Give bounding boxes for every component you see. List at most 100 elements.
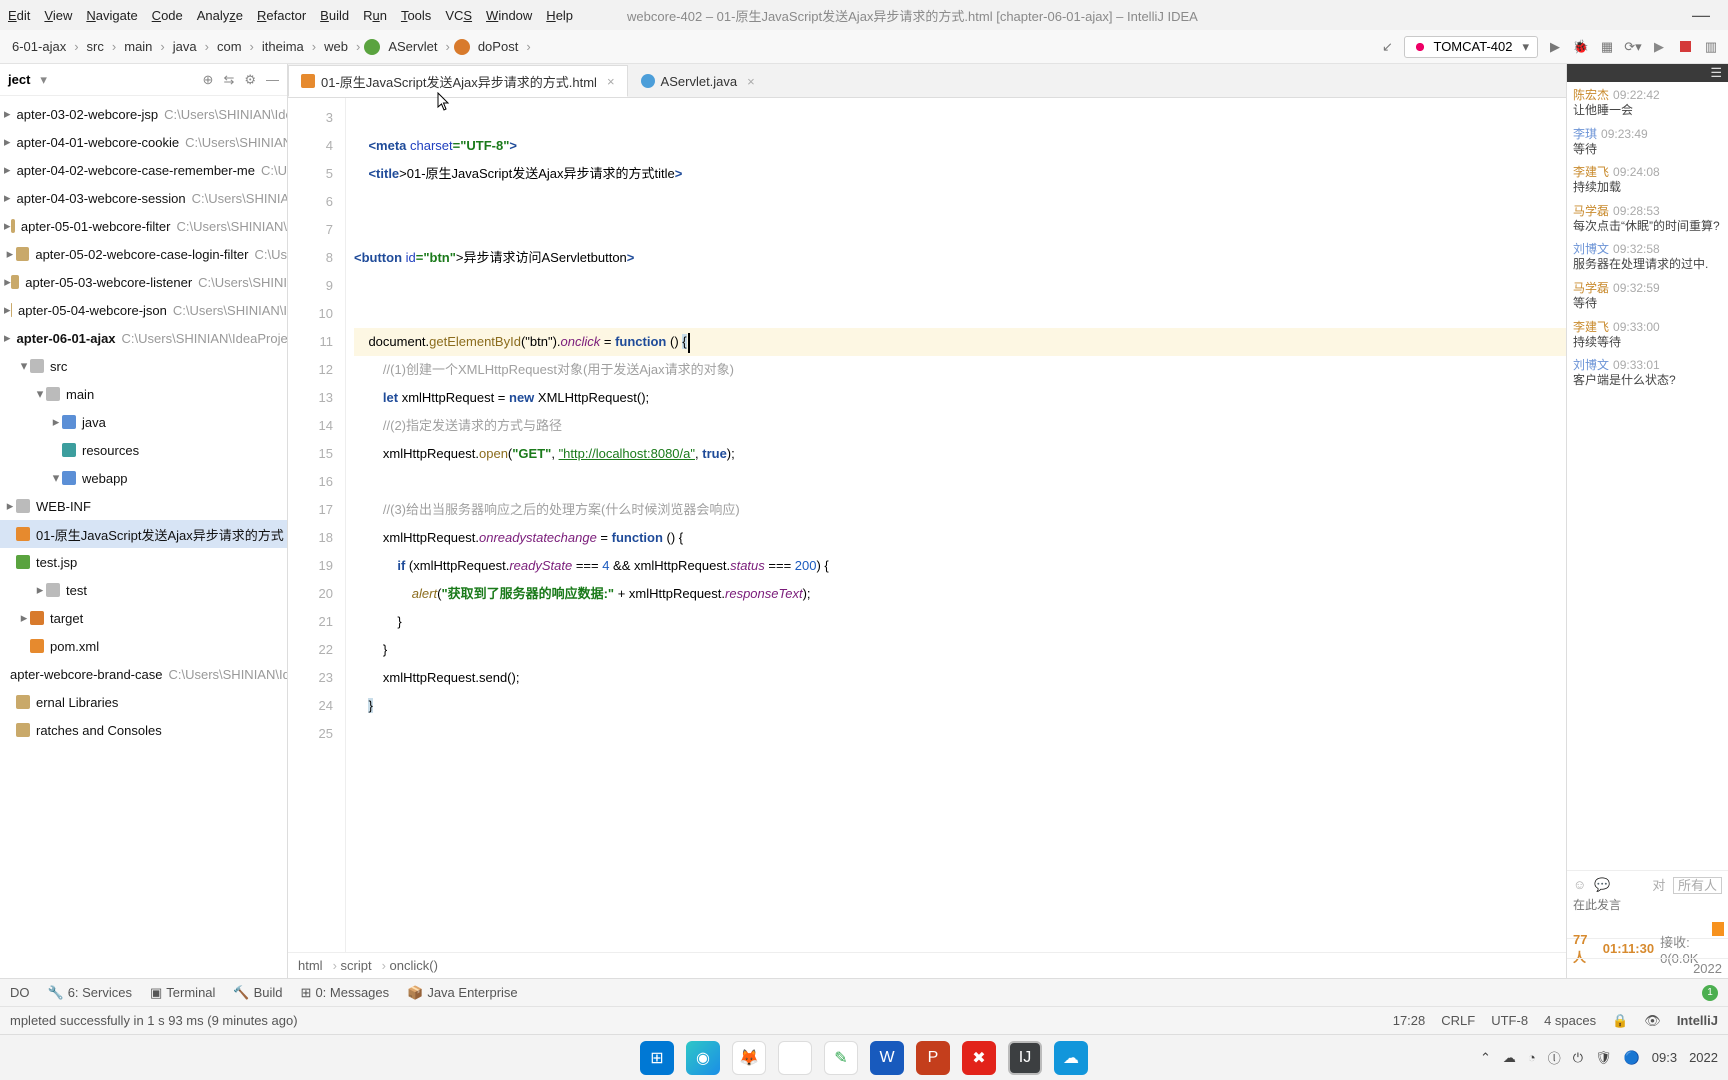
- hide-icon[interactable]: —: [266, 72, 279, 88]
- tree-item[interactable]: ▾webapp: [0, 464, 287, 492]
- ts-javaee[interactable]: 📦 Java Enterprise: [407, 985, 518, 1001]
- smile-icon[interactable]: ☺: [1573, 877, 1586, 892]
- menu-run[interactable]: Run: [363, 8, 387, 23]
- bc-0[interactable]: 6-01-ajax: [8, 39, 70, 54]
- bc-3[interactable]: java: [169, 39, 201, 54]
- bc-6[interactable]: web: [320, 39, 352, 54]
- menu-navigate[interactable]: Navigate: [86, 8, 137, 23]
- bc-7[interactable]: AServlet: [384, 39, 441, 54]
- profile-icon[interactable]: ⟳▾: [1624, 38, 1642, 56]
- tab-java[interactable]: AServlet.java ×: [628, 65, 768, 97]
- menu-code[interactable]: Code: [152, 8, 183, 23]
- app2-icon[interactable]: ✖: [962, 1041, 996, 1075]
- gear-icon[interactable]: ⚙: [244, 72, 256, 88]
- tree-module[interactable]: ▸apter-04-01-webcore-cookieC:\Users\SHIN…: [0, 128, 287, 156]
- encoding[interactable]: UTF-8: [1491, 1013, 1528, 1028]
- tree-module[interactable]: ▸apter-05-02-webcore-case-login-filterC:…: [0, 240, 287, 268]
- tray[interactable]: ⌃☁◔ⓛ⏻🛡🔵09:32022: [1480, 1048, 1718, 1067]
- ts-services[interactable]: 🔧 6: Services: [48, 985, 133, 1001]
- run-config-select[interactable]: TOMCAT-402: [1404, 36, 1538, 58]
- chat-input[interactable]: [1573, 894, 1722, 916]
- window-minimize-icon[interactable]: —: [1692, 5, 1710, 26]
- menu-window[interactable]: Window: [486, 8, 532, 23]
- event-badge[interactable]: 1: [1702, 985, 1718, 1001]
- ts-terminal[interactable]: ▣ Terminal: [150, 985, 215, 1001]
- edge-icon[interactable]: ◉: [686, 1041, 720, 1075]
- code-editor[interactable]: <meta charset="UTF-8"> <title>01-原生JavaS…: [346, 98, 1566, 952]
- tree-module[interactable]: ▸apter-05-03-webcore-listenerC:\Users\SH…: [0, 268, 287, 296]
- tree-module[interactable]: ▸apter-05-04-webcore-jsonC:\Users\SHINIA…: [0, 296, 287, 324]
- nav-breadcrumb: 6-01-ajax src main java com itheima web …: [0, 30, 1728, 64]
- project-sidebar: ject ▾ ⊕ ⇆ ⚙ — ▸apter-03-02-webcore-jspC…: [0, 64, 288, 978]
- start-icon[interactable]: ⊞: [640, 1041, 674, 1075]
- close-icon[interactable]: ×: [607, 74, 615, 89]
- bc-2[interactable]: main: [120, 39, 156, 54]
- coverage-icon[interactable]: ▦: [1598, 38, 1616, 56]
- tree-module[interactable]: ▸apter-05-01-webcore-filterC:\Users\SHIN…: [0, 212, 287, 240]
- line-gutter[interactable]: 345678910111213141516171819202122232425: [288, 98, 346, 952]
- cloud-icon[interactable]: ☁: [1054, 1041, 1088, 1075]
- lock-icon[interactable]: 🔒: [1612, 1013, 1628, 1029]
- bc-5[interactable]: itheima: [258, 39, 308, 54]
- layout-icon[interactable]: ▥: [1702, 38, 1720, 56]
- menu-analyze[interactable]: Analyze: [197, 8, 243, 23]
- menu-help[interactable]: Help: [546, 8, 573, 23]
- tree-item[interactable]: ▸WEB-INF: [0, 492, 287, 520]
- chrome-icon[interactable]: ◉: [778, 1041, 812, 1075]
- tree-item[interactable]: test.jsp: [0, 548, 287, 576]
- tab-html[interactable]: 01-原生JavaScript发送Ajax异步请求的方式.html ×: [288, 65, 628, 97]
- tree-item[interactable]: apter-webcore-brand-caseC:\Users\SHINIAN…: [0, 660, 287, 688]
- menu-build[interactable]: Build: [320, 8, 349, 23]
- tree-item[interactable]: ratches and Consoles: [0, 716, 287, 744]
- tree-item[interactable]: pom.xml: [0, 632, 287, 660]
- tree-module[interactable]: ▸apter-06-01-ajaxC:\Users\SHINIAN\IdeaPr…: [0, 324, 287, 352]
- caret-pos[interactable]: 17:28: [1393, 1013, 1426, 1028]
- stop-icon[interactable]: [1676, 38, 1694, 56]
- bc-4[interactable]: com: [213, 39, 246, 54]
- run-icon[interactable]: ▶: [1546, 38, 1564, 56]
- tree-module[interactable]: ▸apter-04-03-webcore-sessionC:\Users\SHI…: [0, 184, 287, 212]
- back-icon[interactable]: ↙: [1378, 38, 1396, 56]
- crumb-onclick[interactable]: onclick(): [382, 958, 438, 973]
- crumb-html[interactable]: html: [298, 958, 323, 973]
- firefox-icon[interactable]: 🦊: [732, 1041, 766, 1075]
- project-tree[interactable]: ▸apter-03-02-webcore-jspC:\Users\SHINIAN…: [0, 96, 287, 978]
- chat-all[interactable]: 所有人: [1673, 877, 1722, 894]
- chat-icon[interactable]: 💬: [1594, 877, 1610, 893]
- menu-tools[interactable]: Tools: [401, 8, 431, 23]
- ppt-icon[interactable]: P: [916, 1041, 950, 1075]
- inspect-icon[interactable]: 👁: [1644, 1013, 1661, 1029]
- tree-item[interactable]: ▸target: [0, 604, 287, 632]
- menu-refactor[interactable]: Refactor: [257, 8, 306, 23]
- indent[interactable]: 4 spaces: [1544, 1013, 1596, 1028]
- bc-8[interactable]: doPost: [474, 39, 522, 54]
- tree-item[interactable]: resources: [0, 436, 287, 464]
- word-icon[interactable]: W: [870, 1041, 904, 1075]
- tree-item[interactable]: ▾main: [0, 380, 287, 408]
- tree-module[interactable]: ▸apter-03-02-webcore-jspC:\Users\SHINIAN…: [0, 100, 287, 128]
- hamburger-icon[interactable]: ☰: [1710, 65, 1722, 81]
- menu-edit[interactable]: Edit: [8, 8, 30, 23]
- chat-to[interactable]: 对: [1652, 878, 1665, 893]
- attach-icon[interactable]: ▶: [1650, 38, 1668, 56]
- tree-item[interactable]: ▸java: [0, 408, 287, 436]
- intellij-icon[interactable]: IJ: [1008, 1041, 1042, 1075]
- tree-item[interactable]: ▾src: [0, 352, 287, 380]
- ts-messages[interactable]: ⊞ 0: Messages: [301, 985, 390, 1001]
- close-icon[interactable]: ×: [747, 74, 755, 89]
- app1-icon[interactable]: ✎: [824, 1041, 858, 1075]
- tree-item[interactable]: ▸test: [0, 576, 287, 604]
- tree-item[interactable]: ernal Libraries: [0, 688, 287, 716]
- menu-view[interactable]: View: [44, 8, 72, 23]
- ts-build[interactable]: 🔨 Build: [233, 985, 282, 1001]
- bc-1[interactable]: src: [83, 39, 108, 54]
- debug-icon[interactable]: 🐞: [1572, 38, 1590, 56]
- menu-vcs[interactable]: VCS: [445, 8, 472, 23]
- collapse-icon[interactable]: ⇆: [223, 72, 234, 88]
- tree-item[interactable]: 01-原生JavaScript发送Ajax异步请求的方式: [0, 520, 287, 548]
- crumb-script[interactable]: script: [333, 958, 372, 973]
- ts-todo[interactable]: DO: [10, 985, 30, 1000]
- tree-module[interactable]: ▸apter-04-02-webcore-case-remember-meC:\…: [0, 156, 287, 184]
- line-sep[interactable]: CRLF: [1441, 1013, 1475, 1028]
- locate-icon[interactable]: ⊕: [203, 72, 214, 88]
